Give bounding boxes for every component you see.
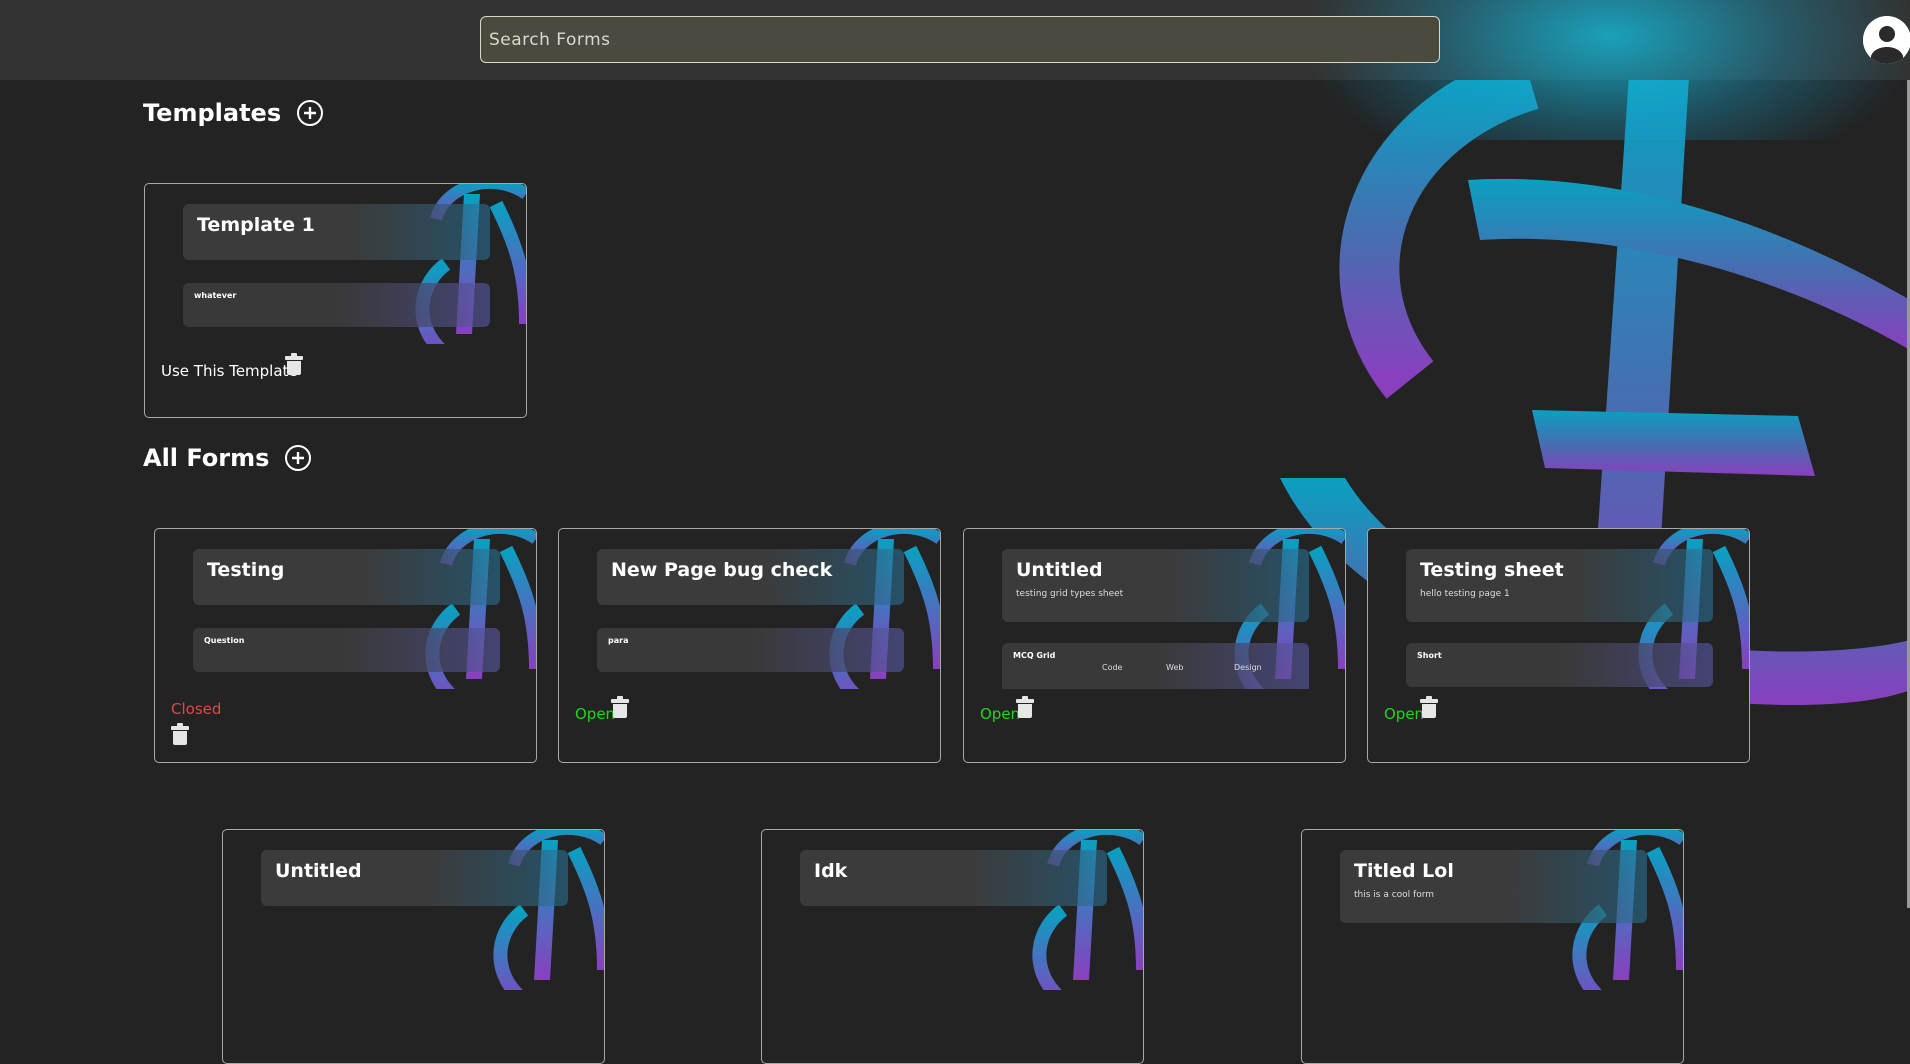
form-title: Testing sheet [1420,559,1564,581]
form-description: testing grid types sheet [1016,589,1124,599]
card-title-box: Untitled testing grid types sheet [1002,549,1309,622]
status-closed: Closed [171,700,222,718]
plus-icon [304,107,317,119]
status-open: Open [980,705,1021,723]
card-question-box: Question [193,628,500,672]
form-card[interactable]: Testing Question Closed [154,528,537,763]
add-form-button[interactable] [285,445,312,471]
card-title-box: Testing [193,549,500,605]
trash-icon[interactable] [171,723,189,745]
question-label: Short [1417,651,1442,660]
form-card[interactable]: Testing sheet hello testing page 1 Short… [1367,528,1750,763]
question-label: Question [204,636,245,645]
template-title: Template 1 [197,214,315,236]
templates-heading: Templates [143,99,324,127]
trash-icon[interactable] [1016,696,1034,718]
card-title-box: Titled Lol this is a cool form [1340,850,1647,923]
search-input[interactable] [480,16,1440,63]
plus-icon [292,452,305,464]
card-title-box: Idk [800,850,1107,906]
grid-column-label: Code [1102,663,1123,672]
question-label: whatever [194,291,237,300]
form-title: Titled Lol [1354,860,1454,882]
add-template-button[interactable] [297,100,324,126]
card-question-box: MCQ Grid Code Web Design [1002,643,1309,689]
form-title: Testing [207,559,285,581]
grid-column-label: Design [1234,663,1262,672]
trash-icon[interactable] [611,696,629,718]
card-title-box: New Page bug check [597,549,904,605]
grid-column-label: Web [1166,663,1184,672]
status-open: Open [575,705,616,723]
all-forms-heading: All Forms [143,444,312,472]
form-card[interactable]: Idk [761,829,1144,1064]
form-card[interactable]: New Page bug check para Open [558,528,941,763]
form-card[interactable]: Untitled [222,829,605,1064]
user-avatar-icon[interactable] [1863,16,1910,64]
form-title: Untitled [275,860,362,882]
templates-title: Templates [143,99,282,127]
trash-icon[interactable] [285,353,303,375]
form-title: Idk [814,860,848,882]
form-card[interactable]: Titled Lol this is a cool form [1301,829,1684,1064]
status-open: Open [1384,705,1425,723]
form-description: hello testing page 1 [1420,589,1510,599]
form-title: Untitled [1016,559,1103,581]
template-card[interactable]: Template 1 whatever Use This Template [144,183,527,418]
card-question-box: para [597,628,904,672]
card-question-box: whatever [183,283,490,327]
card-question-box: Short [1406,643,1713,687]
form-description: this is a cool form [1354,890,1435,900]
all-forms-title: All Forms [143,444,270,472]
question-label: MCQ Grid [1013,651,1056,660]
use-template-button[interactable]: Use This Template [161,362,298,380]
form-card[interactable]: Untitled testing grid types sheet MCQ Gr… [963,528,1346,763]
question-label: para [608,636,629,645]
card-title-box: Template 1 [183,204,490,260]
card-title-box: Untitled [261,850,568,906]
card-title-box: Testing sheet hello testing page 1 [1406,549,1713,622]
form-title: New Page bug check [611,559,833,581]
trash-icon[interactable] [1420,696,1438,718]
